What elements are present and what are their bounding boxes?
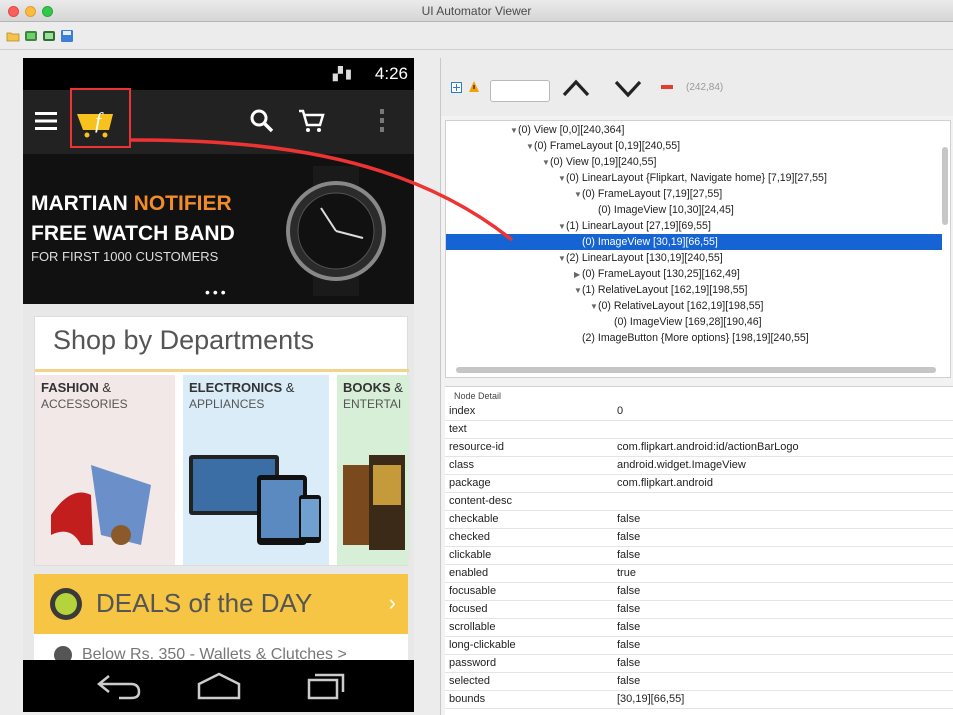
warning-icon[interactable] (468, 80, 480, 93)
chevron-up-icon[interactable] (561, 78, 591, 98)
window-title-bar: UI Automator Viewer (0, 0, 953, 22)
detail-row[interactable]: resource-id com.flipkart.android:id/actio… (445, 439, 953, 457)
device-screenshot-icon[interactable] (24, 29, 38, 43)
department-fashion[interactable]: FASHION & ACCESSORIES (35, 375, 175, 565)
detail-row[interactable]: bounds [30,19][66,55] (445, 691, 953, 709)
tree-node[interactable]: ▼(0) FrameLayout [0,19][240,55] (446, 138, 942, 154)
cart-icon[interactable] (297, 108, 325, 134)
tree-node[interactable]: (0) ImageView [169,28][190,46] (446, 314, 942, 330)
detail-row[interactable]: package com.flipkart.android (445, 475, 953, 493)
device-screenshot-compressed-icon[interactable] (42, 29, 56, 43)
menu-icon[interactable] (35, 110, 57, 132)
fashion-image (51, 465, 151, 545)
main-toolbar (0, 23, 953, 50)
shop-title: Shop by Departments (53, 325, 315, 355)
tree-vertical-scrollbar[interactable] (942, 147, 948, 225)
detail-row[interactable]: index 0 (445, 403, 953, 421)
tree-node[interactable]: (2) ImageButton {More options} [198,19][… (446, 330, 942, 346)
department-name: BOOKS & (343, 380, 403, 395)
tree-node[interactable]: ▼(2) LinearLayout [130,19][240,55] (446, 250, 942, 266)
detail-row[interactable]: class android.widget.ImageView (445, 457, 953, 475)
watch-image (286, 166, 386, 296)
tree-node[interactable]: ▼(1) RelativeLayout [162,19][198,55] (446, 282, 942, 298)
detail-row[interactable]: content-desc (445, 493, 953, 511)
electronics-image (189, 455, 321, 545)
tree-node[interactable]: ▼(0) RelativeLayout [162,19][198,55] (446, 298, 942, 314)
detail-row[interactable]: password false (445, 655, 953, 673)
tree-node[interactable]: ▼(1) LinearLayout [27,19][69,55] (446, 218, 942, 234)
department-sub: APPLIANCES (189, 397, 265, 411)
banner-pager-dots[interactable]: ••• (205, 284, 229, 300)
detail-row[interactable]: focused false (445, 601, 953, 619)
deals-label: DEALS of the DAY (96, 588, 313, 618)
deals-badge-icon (50, 588, 82, 620)
clear-search-icon[interactable] (661, 84, 673, 90)
open-folder-icon[interactable] (6, 29, 20, 43)
tree-node[interactable]: ▼(0) View [0,19][240,55] (446, 154, 942, 170)
department-name: ELECTRONICS & (189, 380, 295, 395)
chevron-right-icon: › (388, 590, 396, 615)
detail-row[interactable]: focusable false (445, 583, 953, 601)
expand-all-icon[interactable] (451, 82, 462, 93)
promo-banner[interactable]: MARTIAN NOTIFIER FREE WATCH BAND FOR FIR… (23, 154, 414, 304)
search-icon[interactable] (249, 108, 275, 134)
detail-row[interactable]: clickable false (445, 547, 953, 565)
shop-title-underline (35, 369, 409, 372)
department-electronics[interactable]: ELECTRONICS & APPLIANCES (183, 375, 329, 565)
tree-node[interactable]: ▼(0) FrameLayout [7,19][27,55] (446, 186, 942, 202)
coordinate-readout: (242,84) (686, 82, 724, 93)
shop-by-departments-card: Shop by Departments FASHION & ACCESSORIE… (34, 316, 409, 566)
save-icon[interactable] (60, 29, 74, 43)
more-options-icon[interactable] (379, 108, 385, 134)
status-bar: ▞▮ 4:26 (23, 58, 414, 90)
selected-node-highlight (70, 88, 131, 148)
banner-line1: MARTIAN NOTIFIER (31, 192, 232, 215)
detail-row[interactable]: checkable false (445, 511, 953, 529)
detail-row[interactable]: selected false (445, 673, 953, 691)
tree-node[interactable]: ▶ (0) FrameLayout [130,25][162,49] (446, 266, 942, 282)
status-time: 4:26 (374, 64, 408, 83)
find-node-input[interactable] (490, 80, 550, 102)
department-sub: ENTERTAI (343, 397, 402, 411)
hierarchy-tree[interactable]: ▼(0) View [0,0][240,364] ▼(0) FrameLayou… (445, 120, 951, 378)
back-icon[interactable] (95, 672, 143, 700)
detail-row[interactable]: long-clickable false (445, 637, 953, 655)
device-screenshot[interactable]: ▞▮ 4:26 f MARTIAN NOTIFIER FREE WATCH BA… (23, 58, 414, 712)
deals-of-the-day-banner[interactable]: DEALS of the DAY › (34, 574, 408, 634)
tree-node-selected[interactable]: (0) ImageView [30,19][66,55] (446, 234, 942, 250)
signal-battery-icon: ▞▮ (332, 66, 354, 81)
department-books[interactable]: BOOKS & ENTERTAI (337, 375, 409, 565)
node-detail-table: Node Detail index 0 text resource-id com.f… (445, 386, 953, 715)
navigation-bar (23, 660, 414, 712)
books-image (343, 455, 405, 550)
banner-line3: FOR FIRST 1000 CUSTOMERS (31, 249, 219, 264)
inspector-pane: (242,84) ▼(0) View [0,0][240,364] ▼(0) F… (440, 58, 953, 715)
tree-toolbar: (242,84) (441, 58, 953, 116)
department-name: FASHION & (41, 380, 112, 395)
window-title: UI Automator Viewer (421, 4, 532, 18)
tree-node[interactable]: (0) ImageView [10,30][24,45] (446, 202, 942, 218)
home-icon[interactable] (195, 672, 243, 700)
recent-apps-icon[interactable] (299, 672, 347, 700)
node-detail-header: Node Detail (454, 391, 502, 401)
tree-node[interactable]: ▼(0) LinearLayout {Flipkart, Navigate ho… (446, 170, 942, 186)
tree-horizontal-scrollbar[interactable] (456, 367, 936, 373)
detail-row[interactable]: checked false (445, 529, 953, 547)
tree-node[interactable]: ▼(0) View [0,0][240,364] (446, 122, 942, 138)
detail-row[interactable]: text (445, 421, 953, 439)
detail-row[interactable]: scrollable false (445, 619, 953, 637)
detail-row[interactable]: enabled true (445, 565, 953, 583)
chevron-down-icon[interactable] (613, 78, 643, 98)
banner-line2: FREE WATCH BAND (31, 222, 235, 245)
department-sub: ACCESSORIES (41, 397, 128, 411)
